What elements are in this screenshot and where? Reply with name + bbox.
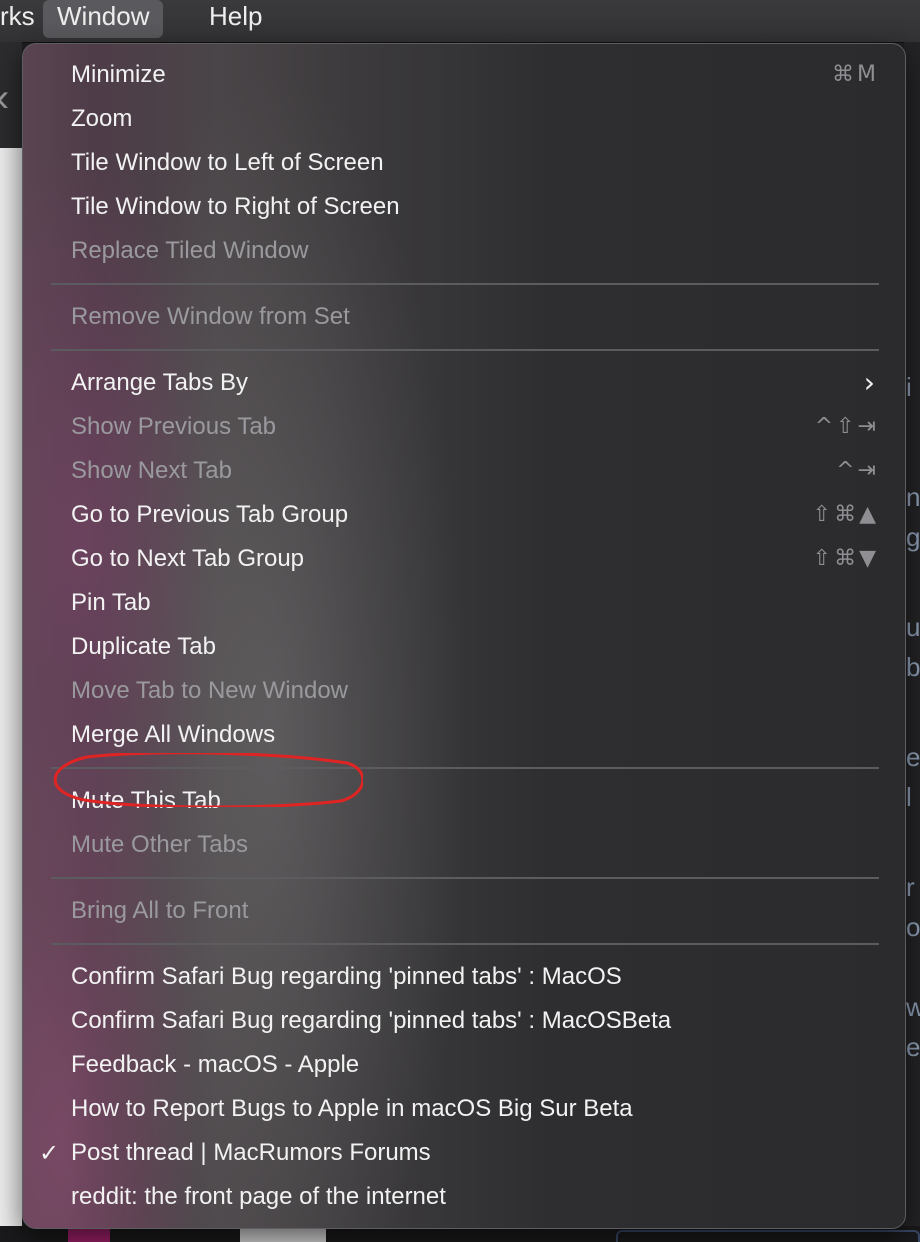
menubar-item-help[interactable]: Help (195, 0, 276, 38)
background-text-fragment: n (906, 482, 920, 512)
menu-item-show-next-tab: Show Next Tab ^⇥ (23, 449, 905, 493)
menu-item-confirm-safari-bug-regarding-pinned-tabs-macos[interactable]: Confirm Safari Bug regarding 'pinned tab… (23, 955, 905, 999)
menu-item-zoom[interactable]: Zoom (23, 97, 905, 141)
checkmark-icon: ✓ (39, 1139, 60, 1167)
menu-item-label: Show Next Tab (71, 457, 232, 484)
menu-item-reddit-the-front-page-of-the-internet[interactable]: reddit: the front page of the internet (23, 1175, 905, 1219)
menu-item-label: Post thread | MacRumors Forums (71, 1139, 431, 1166)
menu-separator (23, 757, 905, 779)
menu-item-label: Move Tab to New Window (71, 677, 349, 704)
menubar-item-bookmarks[interactable]: rks (0, 0, 49, 38)
back-chevron-icon: ‹ (0, 76, 9, 121)
window-menu: Minimize ⌘M Zoom Tile Window to Left of Scr… (22, 43, 906, 1229)
chevron-right-icon: › (863, 366, 875, 399)
menu-item-label: Mute This Tab (71, 787, 221, 814)
menu-item-minimize[interactable]: Minimize ⌘M (23, 53, 905, 97)
menu-item-label: How to Report Bugs to Apple in macOS Big… (71, 1095, 633, 1122)
menu-item-pin-tab[interactable]: Pin Tab (23, 581, 905, 625)
background-window-right: ingubelrowe (904, 42, 920, 1242)
menu-item-label: Merge All Windows (71, 721, 276, 748)
menu-item-merge-all-windows[interactable]: Merge All Windows (23, 713, 905, 757)
background-text-fragment: g (906, 522, 920, 552)
menu-item-show-previous-tab: Show Previous Tab ^⇧⇥ (23, 405, 905, 449)
keyboard-shortcut: ⌘M (832, 62, 879, 87)
menu-item-how-to-report-bugs-to-apple-in-macos-big-sur-beta[interactable]: How to Report Bugs to Apple in macOS Big… (23, 1087, 905, 1131)
background-text-fragment: o (906, 912, 920, 942)
menu-item-bring-all-to-front: Bring All to Front (23, 889, 905, 933)
menu-item-label: Mute Other Tabs (71, 831, 248, 858)
menu-item-mute-this-tab[interactable]: Mute This Tab (23, 779, 905, 823)
menu-item-mute-other-tabs: Mute Other Tabs (23, 823, 905, 867)
menu-item-label: Remove Window from Set (71, 303, 350, 330)
menu-item-confirm-safari-bug-regarding-pinned-tabs-macosbeta[interactable]: Confirm Safari Bug regarding 'pinned tab… (23, 999, 905, 1043)
menu-item-label: Bring All to Front (71, 897, 249, 924)
menu-item-label: Arrange Tabs By (71, 369, 248, 396)
menu-item-duplicate-tab[interactable]: Duplicate Tab (23, 625, 905, 669)
background-text-fragment: i (906, 372, 912, 402)
menu-item-tile-window-to-left-of-screen[interactable]: Tile Window to Left of Screen (23, 141, 905, 185)
background-window-left: ‹ (0, 42, 22, 1242)
background-toolbar: ‹ (0, 42, 22, 148)
keyboard-shortcut: ⇧⌘▼ (812, 546, 879, 571)
menu-item-label: Feedback - macOS - Apple (71, 1051, 360, 1078)
menu-item-replace-tiled-window: Replace Tiled Window (23, 229, 905, 273)
menu-item-tile-window-to-right-of-screen[interactable]: Tile Window to Right of Screen (23, 185, 905, 229)
menu-item-label: Go to Previous Tab Group (71, 501, 349, 528)
menu-separator (23, 867, 905, 889)
background-text-fragment: w (906, 992, 920, 1022)
keyboard-shortcut: ⇧⌘▲ (812, 502, 879, 527)
menu-item-label: Tile Window to Right of Screen (71, 193, 400, 220)
menu-item-label: Confirm Safari Bug regarding 'pinned tab… (71, 963, 622, 990)
menu-bar: rks Window Help (0, 0, 920, 43)
menu-separator (23, 273, 905, 295)
menu-item-post-thread-macrumors-forums[interactable]: ✓ Post thread | MacRumors Forums (23, 1131, 905, 1175)
menu-item-label: Confirm Safari Bug regarding 'pinned tab… (71, 1007, 672, 1034)
menu-item-label: Minimize (71, 61, 166, 88)
menu-item-label: Pin Tab (71, 589, 151, 616)
background-card (616, 1230, 920, 1242)
menu-item-go-to-next-tab-group[interactable]: Go to Next Tab Group ⇧⌘▼ (23, 537, 905, 581)
menu-item-label: Duplicate Tab (71, 633, 216, 660)
background-text-fragment: r (906, 872, 915, 902)
menu-item-label: Zoom (71, 105, 133, 132)
menu-item-label: Replace Tiled Window (71, 237, 309, 264)
menu-item-arrange-tabs-by[interactable]: Arrange Tabs By › (23, 361, 905, 405)
menubar-item-window[interactable]: Window (43, 0, 164, 38)
menu-separator (23, 933, 905, 955)
background-text-fragment: u (906, 612, 920, 642)
background-text-fragment: b (906, 652, 920, 682)
menu-item-label: reddit: the front page of the internet (71, 1183, 446, 1210)
window-menu-list: Minimize ⌘M Zoom Tile Window to Left of Scr… (23, 53, 905, 1219)
keyboard-shortcut: ^⇧⇥ (814, 414, 879, 439)
menu-separator (23, 339, 905, 361)
menu-item-remove-window-from-set: Remove Window from Set (23, 295, 905, 339)
background-text-fragment: e (906, 1032, 920, 1062)
background-text-fragment: l (906, 782, 912, 812)
menu-item-label: Go to Next Tab Group (71, 545, 305, 572)
keyboard-shortcut: ^⇥ (836, 458, 879, 483)
menu-item-label: Show Previous Tab (71, 413, 277, 440)
background-text-fragment: e (906, 742, 920, 772)
menu-item-go-to-previous-tab-group[interactable]: Go to Previous Tab Group ⇧⌘▲ (23, 493, 905, 537)
menu-item-feedback-macos-apple[interactable]: Feedback - macOS - Apple (23, 1043, 905, 1087)
menu-item-label: Tile Window to Left of Screen (71, 149, 384, 176)
menu-item-move-tab-to-new-window: Move Tab to New Window (23, 669, 905, 713)
